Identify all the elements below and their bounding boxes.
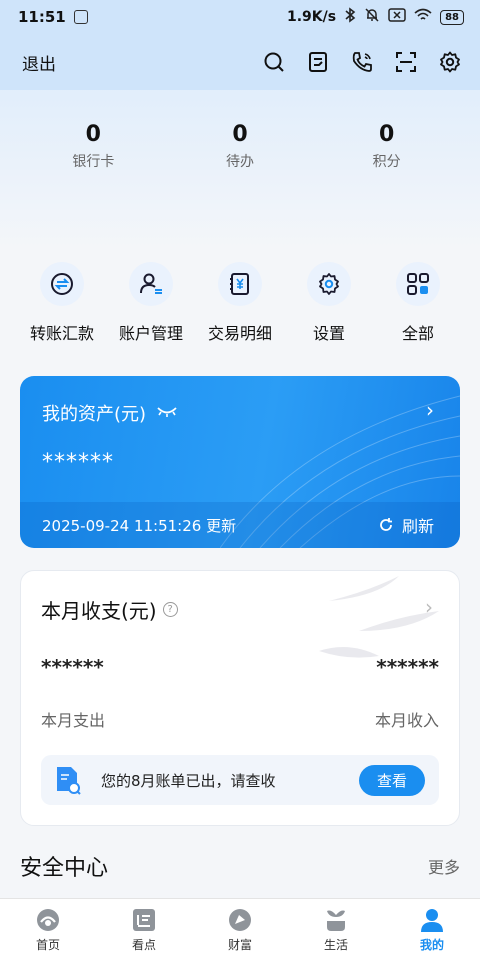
quick-account[interactable]: 账户管理	[107, 262, 195, 344]
quick-settings[interactable]: 设置	[285, 262, 373, 344]
asset-footer: 2025-09-24 11:51:26 更新 刷新	[20, 502, 460, 548]
mute-bell-icon	[364, 7, 380, 27]
stat-label: 银行卡	[72, 154, 115, 170]
my-assets-card[interactable]: 我的资产(元) › ****** 2025-09-24 11:51:26 更新 …	[20, 376, 460, 548]
top-header: 退出	[0, 34, 480, 90]
ledger-icon	[218, 262, 262, 306]
gear-icon	[307, 262, 351, 306]
expense-masked-value: ******	[41, 655, 104, 679]
wealth-icon	[229, 908, 251, 931]
grid-icon	[396, 262, 440, 306]
month-title: 本月收支(元)	[41, 599, 157, 623]
refresh-icon	[380, 518, 392, 531]
expense-label: 本月支出	[41, 711, 106, 730]
security-center-title: 安全中心	[20, 856, 109, 881]
tab-profile[interactable]: 我的	[384, 907, 480, 953]
refresh-label: 刷新	[401, 517, 434, 536]
stat-label: 积分	[372, 154, 401, 170]
account-stats: 0 银行卡 0 待办 0 积分	[0, 122, 480, 182]
quick-label: 设置	[312, 324, 345, 343]
bluetooth-icon	[344, 7, 356, 27]
tab-label: 财富	[227, 937, 252, 952]
news-icon	[133, 908, 155, 931]
income-masked-value: ******	[376, 655, 439, 679]
bill-notice-text: 您的8月账单已出，请查收	[101, 771, 276, 790]
tab-life[interactable]: 生活	[288, 907, 384, 953]
home-icon	[37, 908, 59, 931]
stat-value: 0	[85, 122, 101, 147]
quick-transactions[interactable]: 交易明细	[196, 262, 284, 344]
tab-wealth[interactable]: 财富	[192, 907, 288, 953]
bottom-tab-bar: 首页 看点 财富 生活 我的	[0, 898, 480, 960]
tab-home[interactable]: 首页	[0, 907, 96, 953]
tab-label: 看点	[131, 937, 156, 952]
stat-label: 待办	[225, 154, 254, 170]
wifi-icon	[414, 8, 432, 26]
eye-closed-icon[interactable]	[156, 403, 178, 424]
help-icon[interactable]: ?	[162, 602, 178, 617]
scan-icon[interactable]	[394, 50, 418, 74]
more-link[interactable]: 更多	[428, 854, 460, 878]
tab-label: 首页	[35, 937, 60, 952]
view-bill-button[interactable]: 查看	[358, 764, 425, 796]
search-icon[interactable]	[262, 50, 286, 74]
stat-points[interactable]: 0 积分	[327, 122, 447, 182]
quick-all[interactable]: 全部	[374, 262, 462, 344]
battery-indicator: 88	[440, 9, 464, 25]
network-speed: 1.9K/s	[286, 9, 337, 25]
no-sim-icon	[388, 8, 406, 26]
stat-bank-cards[interactable]: 0 银行卡	[33, 122, 153, 182]
asset-updated-time: 2025-09-24 11:51:26 更新	[42, 516, 237, 535]
stat-value: 0	[232, 122, 248, 147]
chevron-right-icon[interactable]: ›	[426, 398, 434, 422]
monthly-income-expense-card[interactable]: 本月收支(元) ? › ****** ****** 本月支出 本月收入 您的8月…	[20, 570, 460, 826]
asset-masked-value: ******	[42, 450, 114, 475]
phone-icon[interactable]	[350, 50, 374, 74]
stat-todo[interactable]: 0 待办	[180, 122, 300, 182]
tab-label: 生活	[323, 937, 348, 952]
transfer-icon	[40, 262, 84, 306]
tab-news[interactable]: 看点	[96, 907, 192, 953]
bill-notice[interactable]: 您的8月账单已出，请查收 查看	[41, 755, 439, 805]
life-icon	[327, 910, 345, 931]
quick-transfer[interactable]: 转账汇款	[18, 262, 106, 344]
quick-label: 转账汇款	[29, 324, 94, 343]
quick-label: 全部	[401, 324, 434, 343]
quick-actions: 转账汇款 账户管理 交易明细 设置 全部	[0, 262, 480, 344]
logout-button[interactable]: 退出	[22, 50, 56, 75]
quick-label: 账户管理	[118, 324, 183, 343]
bill-document-icon	[57, 767, 81, 795]
status-time: 11:51	[18, 8, 66, 26]
security-center-header: 安全中心 更多	[20, 850, 460, 882]
tab-label: 我的	[419, 937, 444, 952]
asset-title: 我的资产(元)	[42, 404, 147, 425]
chevron-right-icon[interactable]: ›	[425, 595, 433, 619]
stat-value: 0	[378, 122, 395, 147]
income-label: 本月收入	[374, 711, 439, 730]
refresh-button[interactable]: 刷新	[378, 513, 434, 537]
account-icon	[129, 262, 173, 306]
settings-gear-icon[interactable]	[438, 50, 462, 74]
profile-icon	[421, 908, 443, 932]
bill-icon[interactable]	[306, 50, 330, 74]
quick-label: 交易明细	[207, 324, 272, 343]
notification-app-icon	[73, 10, 88, 24]
status-bar: 11:51 1.9K/s 88	[0, 0, 480, 34]
